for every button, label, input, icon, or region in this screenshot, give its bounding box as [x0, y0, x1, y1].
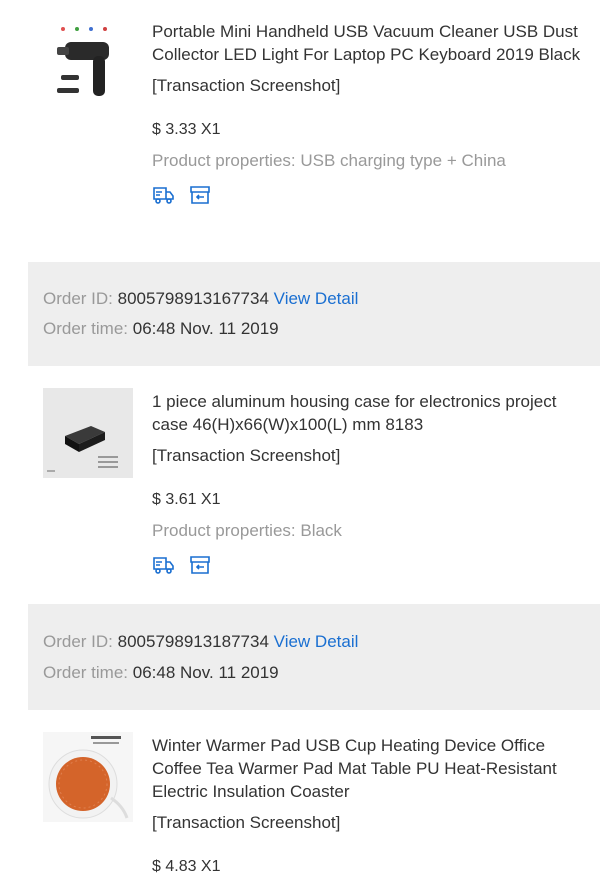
order-id: 8005798913187734: [117, 632, 269, 651]
order-item: 1 piece aluminum housing case for electr…: [0, 366, 600, 604]
product-price: $ 3.33 X1: [152, 121, 221, 138]
return-box-icon[interactable]: [188, 554, 212, 576]
order-id-label: Order ID:: [43, 632, 113, 651]
order-summary-bar: Order ID: 8005798913187734 View Detail O…: [28, 604, 600, 710]
transaction-screenshot-link[interactable]: [Transaction Screenshot]: [152, 811, 592, 834]
transaction-screenshot-link[interactable]: [Transaction Screenshot]: [152, 444, 592, 467]
order-summary-bar: Order ID: 8005798913167734 View Detail O…: [28, 262, 600, 366]
return-box-icon[interactable]: [188, 184, 212, 206]
shipping-truck-icon[interactable]: [152, 554, 176, 576]
product-thumbnail[interactable]: [43, 20, 133, 110]
order-id: 8005798913167734: [117, 289, 269, 308]
product-title[interactable]: Winter Warmer Pad USB Cup Heating Device…: [152, 734, 592, 803]
product-properties: Product properties: Black: [152, 521, 342, 540]
handheld-vacuum-icon: [57, 27, 109, 96]
cup-warmer-pad-icon: [43, 732, 133, 822]
order-time: 06:48 Nov. 11 2019: [132, 319, 279, 338]
shipping-truck-icon[interactable]: [152, 184, 176, 206]
order-id-label: Order ID:: [43, 289, 113, 308]
order-item: Portable Mini Handheld USB Vacuum Cleane…: [0, 0, 600, 262]
order-time-label: Order time:: [43, 319, 129, 338]
order-item: Winter Warmer Pad USB Cup Heating Device…: [0, 710, 600, 890]
product-price: $ 3.61 X1: [152, 491, 221, 508]
product-thumbnail[interactable]: [43, 388, 133, 478]
order-time-label: Order time:: [43, 663, 129, 682]
order-time: 06:48 Nov. 11 2019: [132, 663, 279, 682]
product-title[interactable]: Portable Mini Handheld USB Vacuum Cleane…: [152, 20, 592, 66]
view-detail-link[interactable]: View Detail: [274, 632, 359, 651]
transaction-screenshot-link[interactable]: [Transaction Screenshot]: [152, 74, 592, 97]
product-thumbnail[interactable]: [43, 732, 133, 822]
product-properties: Product properties: USB charging type + …: [152, 151, 506, 170]
view-detail-link[interactable]: View Detail: [274, 289, 359, 308]
product-price: $ 4.83 X1: [152, 858, 221, 875]
black-project-box-icon: [43, 388, 133, 478]
product-title[interactable]: 1 piece aluminum housing case for electr…: [152, 390, 592, 436]
